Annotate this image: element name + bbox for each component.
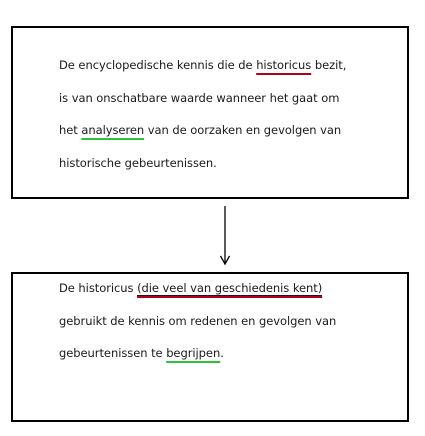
bottom-line-3-text-post: . <box>220 346 224 360</box>
top-line-4: historische gebeurtenissen. <box>59 156 217 170</box>
highlight-relative-clause: (die veel van geschiedenis kent) <box>137 281 323 296</box>
original-sentence-box: De encyclopedische kennis die de histori… <box>11 26 409 199</box>
top-line-1-text-pre: De encyclopedische kennis die de <box>59 58 257 72</box>
top-line-2: is van onschatbare waarde wanneer het ga… <box>59 91 340 105</box>
paraphrased-sentence-box: De historicus (die veel van geschiedenis… <box>11 272 409 422</box>
bottom-line-3-text-pre: gebeurtenissen te <box>59 346 167 360</box>
bottom-line-2: gebruikt de kennis om redenen en gevolge… <box>59 314 337 328</box>
top-line-1-text-post: bezit, <box>311 58 347 72</box>
top-line-3: het analyseren van de oorzaken en gevolg… <box>59 122 341 138</box>
top-line-3-text-post: van de oorzaken en gevolgen van <box>144 123 342 137</box>
down-arrow-icon <box>219 206 231 266</box>
bottom-line-1-text-pre: De historicus <box>59 281 138 295</box>
highlight-begrijpen: begrijpen <box>166 346 221 360</box>
top-line-1: De encyclopedische kennis die de histori… <box>59 57 346 73</box>
top-line-3-text-pre: het <box>59 123 82 137</box>
bottom-line-1: De historicus (die veel van geschiedenis… <box>59 280 322 296</box>
bottom-line-3: gebeurtenissen te begrijpen. <box>59 345 224 361</box>
highlight-historicus: historicus <box>256 58 312 72</box>
highlight-analyseren: analyseren <box>81 123 145 137</box>
